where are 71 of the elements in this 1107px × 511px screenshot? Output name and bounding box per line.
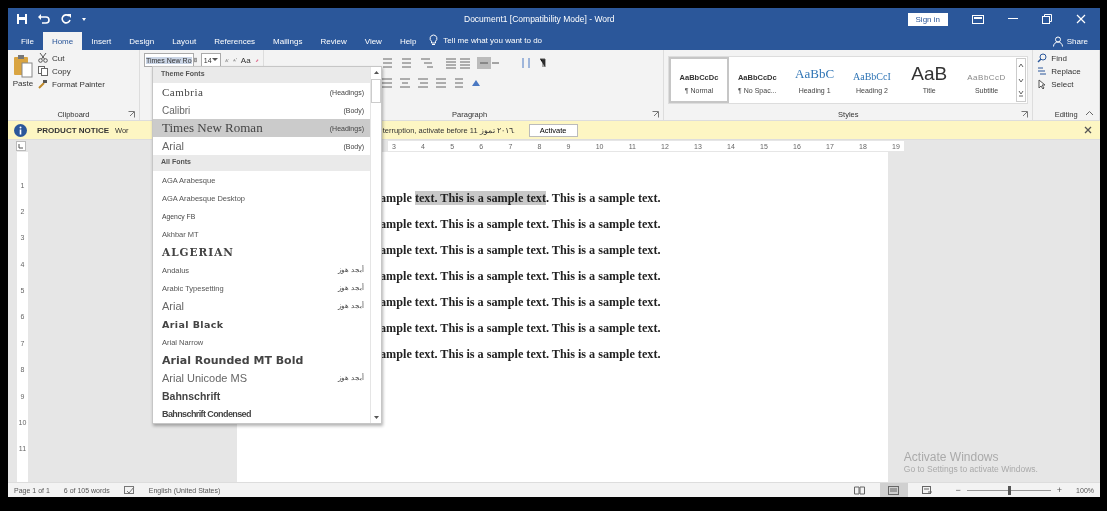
ribbon-tab[interactable]: Insert	[82, 32, 121, 50]
search-icon	[1037, 53, 1048, 63]
document-text-line: ample text. This is a sample text. This is a sample text.	[380, 242, 662, 259]
font-menu-item[interactable]: Arial Black	[153, 315, 370, 333]
ribbon-tab[interactable]: File	[12, 32, 43, 50]
dialog-launcher-icon[interactable]	[127, 110, 135, 118]
activation-title: Activate Windows	[903, 450, 1000, 464]
window-title: Document1 [Compatibility Mode] - Word	[464, 14, 616, 24]
document-text-line: ample text. This is a sample text. This is a sample text.	[380, 346, 662, 363]
copy-icon	[38, 66, 48, 76]
book-icon	[854, 485, 866, 495]
format-painter-button[interactable]: Format Painter	[38, 79, 105, 89]
font-menu-item[interactable]: Bahnschrift Condensed	[153, 405, 370, 423]
ribbon-tab[interactable]: Layout	[163, 32, 206, 50]
ribbon-display-icon[interactable]	[972, 14, 984, 24]
font-menu-item[interactable]: ALGERIAN	[153, 243, 370, 261]
dialog-launcher-icon[interactable]	[652, 110, 660, 118]
font-menu-item[interactable]: Bahnschrift	[153, 387, 370, 405]
web-page-icon	[922, 485, 934, 495]
copy-button[interactable]: Copy	[38, 66, 105, 76]
person-icon	[1052, 35, 1063, 47]
font-menu-item[interactable]: Agency FB	[153, 207, 370, 225]
document-text-line: ample text. This is a sample text. This is a sample text.	[380, 190, 662, 207]
scroll-thumb[interactable]	[371, 79, 381, 103]
find-button[interactable]: Find	[1037, 53, 1095, 63]
paste-button[interactable]: Paste	[12, 53, 34, 108]
share-button[interactable]: Share	[1052, 32, 1088, 50]
document-text-line: ample text. This is a sample text. This is a sample text.	[380, 216, 662, 233]
zoom-out-button[interactable]: −	[955, 485, 961, 495]
collapse-ribbon-icon[interactable]	[1085, 110, 1094, 116]
scroll-up-icon[interactable]	[371, 69, 381, 77]
ribbon-tab[interactable]: View	[355, 32, 391, 50]
close-icon[interactable]	[1084, 126, 1092, 134]
page-icon	[888, 485, 900, 495]
ribbon-tab[interactable]: Help	[390, 32, 426, 50]
ribbon-tab[interactable]: References	[205, 32, 265, 50]
dialog-launcher-icon[interactable]	[1021, 110, 1029, 118]
cut-button[interactable]: Cut	[38, 53, 105, 63]
change-case-button[interactable]: Aa	[240, 55, 251, 65]
notice-label: PRODUCT NOTICE	[37, 125, 109, 135]
clipboard-icon	[12, 53, 34, 79]
scissors-icon	[38, 53, 48, 63]
document-text-line: ample text. This is a sample text. This is a sample text.	[380, 268, 662, 285]
gallery-scroll-icon[interactable]	[1016, 58, 1027, 102]
restore-icon[interactable]	[1042, 14, 1052, 24]
font-menu-item[interactable]: Arial Rounded MT Bold	[153, 351, 370, 369]
document-text-line: ample text. This is a sample text. This is a sample text.	[380, 320, 662, 337]
minimize-icon[interactable]	[1008, 18, 1018, 20]
sign-in-button[interactable]: Sign in	[907, 12, 948, 26]
select-button[interactable]: Select	[1037, 79, 1095, 89]
lightbulb-icon	[429, 34, 439, 46]
redo-icon[interactable]	[60, 13, 72, 25]
scrollbar[interactable]	[370, 67, 381, 423]
pointer-icon	[1037, 79, 1048, 89]
undo-icon[interactable]	[37, 13, 51, 25]
replace-icon	[1037, 66, 1048, 76]
ribbon-tab[interactable]: Review	[311, 32, 356, 50]
ribbon-tab[interactable]: Mailings	[264, 32, 312, 50]
ribbon-tab[interactable]: Home	[42, 32, 83, 50]
ribbon-tab[interactable]: Design	[120, 32, 164, 50]
tell-me-search[interactable]: Tell me what you want to do	[443, 32, 543, 50]
caret-icon	[211, 58, 218, 62]
info-icon	[14, 123, 27, 137]
zoom-in-button[interactable]: +	[1056, 485, 1063, 495]
proofing-icon[interactable]	[123, 485, 135, 495]
document-text-line: ample text. This is a sample text. This is a sample text.	[380, 294, 662, 311]
brush-icon	[38, 79, 48, 89]
customize-caret-icon[interactable]	[81, 15, 87, 23]
replace-button[interactable]: Replace	[1037, 66, 1095, 76]
print-layout-button[interactable]	[879, 483, 908, 497]
scroll-down-icon[interactable]	[371, 413, 381, 421]
